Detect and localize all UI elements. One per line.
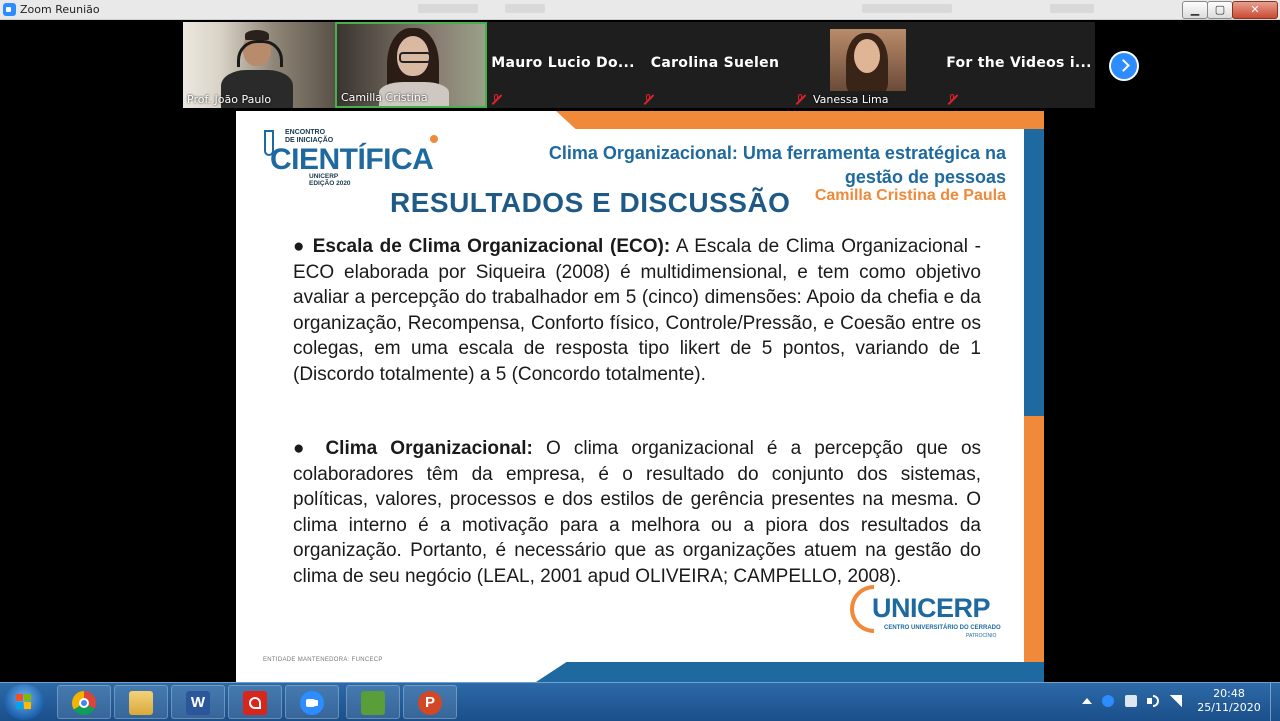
logo-sub1: UNICERP	[309, 173, 339, 180]
taskbar-acrobat[interactable]	[228, 685, 282, 719]
slide-title: Clima Organizacional: Uma ferramenta est…	[548, 143, 1006, 187]
chrome-icon	[72, 691, 96, 715]
word-icon: W	[186, 691, 210, 715]
slide-author: Camilla Cristina de Paula	[814, 187, 1006, 204]
participant-name: Carolina Suelen	[650, 55, 780, 71]
muted-mic-icon	[795, 94, 806, 105]
glasses-icon	[399, 52, 431, 63]
participant-tile[interactable]: Mauro Lucio Do...	[487, 22, 639, 108]
paragraph-heading: Escala de Clima Organizacional (ECO):	[312, 236, 671, 257]
minimize-button[interactable]: ▁	[1182, 1, 1208, 19]
logo-big-text: CIENTÍFICA	[270, 143, 434, 176]
avatar	[830, 29, 906, 91]
participant-tile[interactable]: Prof. João Paulo	[183, 22, 335, 108]
taskbar-explorer[interactable]	[114, 685, 168, 719]
taskbar-word[interactable]: W	[171, 685, 225, 719]
windows-taskbar: W P 20:48 25/11/2020	[0, 682, 1280, 721]
titlebar-faded-item	[505, 4, 545, 13]
unicerp-wordmark: UNICERP	[872, 593, 991, 623]
slide-decor-bottom	[536, 662, 1044, 682]
powerpoint-icon: P	[418, 691, 442, 715]
logo-sub2: EDIÇÃO 2020	[309, 180, 351, 187]
taskbar-powerpoint[interactable]: P	[403, 685, 457, 719]
titlebar-faded-item	[862, 4, 952, 13]
event-logo: ENCONTRO DE INICIAÇÃO CIENTÍFICA UNICERP…	[260, 125, 440, 191]
slide-decor-right-blue	[1024, 129, 1044, 416]
slide-footer: ENTIDADE MANTENEDORA: FUNCECP	[263, 657, 383, 663]
taskbar-zoom[interactable]	[285, 685, 339, 719]
bullet: ●	[293, 236, 306, 257]
participant-tile[interactable]: For the Videos i...	[943, 22, 1095, 108]
zoom-icon	[300, 691, 324, 715]
window-titlebar: Zoom Reunião ▁ ▢ ✕	[0, 0, 1280, 20]
participant-video-hair	[245, 30, 269, 40]
section-title: RESULTADOS E DISCUSSÃO	[390, 187, 791, 218]
next-page-chevron-icon[interactable]	[1109, 51, 1139, 81]
device-tray-icon[interactable]	[1125, 695, 1137, 707]
participant-tile[interactable]: Carolina Suelen	[639, 22, 791, 108]
taskbar-android[interactable]	[346, 685, 400, 719]
show-hidden-icons-icon[interactable]	[1082, 698, 1092, 704]
window-title: Zoom Reunião	[20, 3, 100, 16]
android-icon	[361, 691, 385, 715]
taskbar-clock[interactable]: 20:48 25/11/2020	[1196, 687, 1262, 715]
participant-name: For the Videos i...	[946, 55, 1092, 71]
participant-name: Camilla Cristina	[341, 91, 428, 104]
unicerp-swoosh-icon	[850, 585, 874, 633]
maximize-button[interactable]: ▢	[1207, 1, 1233, 19]
paragraph-heading: Clima Organizacional:	[325, 438, 533, 459]
participant-tile[interactable]: Vanessa Lima	[791, 22, 943, 108]
participant-name: Mauro Lucio Do...	[491, 55, 635, 71]
participant-strip: Prof. João Paulo Camilla Cristina Mauro …	[0, 20, 1280, 109]
titlebar-faded-item	[418, 4, 478, 13]
paragraph-text: A Escala de Clima Organizacional - ECO e…	[293, 236, 982, 385]
participant-name: Prof. João Paulo	[187, 93, 272, 106]
folder-icon	[129, 691, 153, 715]
slide-decor-right-orange	[1024, 416, 1044, 682]
slide-decor-top	[556, 111, 1044, 129]
taskbar-chrome[interactable]	[57, 685, 111, 719]
muted-mic-icon	[643, 94, 654, 105]
participant-name: Vanessa Lima	[813, 93, 889, 106]
avatar-face	[854, 39, 880, 73]
paragraph-clima: ● Clima Organizacional: O clima organiza…	[293, 436, 981, 589]
lightbulb-icon	[430, 135, 438, 143]
zoom-tray-icon[interactable]	[1102, 695, 1114, 707]
clock-time: 20:48	[1213, 687, 1245, 700]
headset-icon	[237, 40, 283, 67]
logo-line1: ENCONTRO	[285, 129, 326, 136]
bullet: ●	[293, 438, 313, 459]
participant-tile-active-speaker[interactable]: Camilla Cristina	[335, 22, 487, 108]
paragraph-eco: ● Escala de Clima Organizacional (ECO): …	[293, 234, 981, 387]
unicerp-logo: UNICERP CENTRO UNIVERSITÁRIO DO CERRADO …	[850, 583, 1010, 645]
unicerp-city: PATROCÍNIO	[966, 633, 997, 639]
volume-icon[interactable]	[1147, 695, 1159, 707]
titlebar-faded-item	[1050, 4, 1094, 13]
close-button[interactable]: ✕	[1232, 1, 1278, 19]
start-button[interactable]	[4, 684, 44, 720]
muted-mic-icon	[491, 94, 502, 105]
unicerp-tagline: CENTRO UNIVERSITÁRIO DO CERRADO	[884, 625, 1001, 631]
presentation-slide: ENCONTRO DE INICIAÇÃO CIENTÍFICA UNICERP…	[236, 111, 1044, 682]
network-signal-icon[interactable]	[1170, 695, 1182, 707]
acrobat-icon	[243, 691, 267, 715]
zoom-app-icon	[3, 3, 16, 16]
paragraph-text: O clima organizacional é a percepção que…	[293, 438, 982, 587]
clock-date: 25/11/2020	[1197, 701, 1261, 714]
show-desktop-button[interactable]	[1270, 683, 1280, 721]
muted-mic-icon	[947, 94, 958, 105]
logo-sub-text: UNICERP EDIÇÃO 2020	[309, 173, 351, 187]
